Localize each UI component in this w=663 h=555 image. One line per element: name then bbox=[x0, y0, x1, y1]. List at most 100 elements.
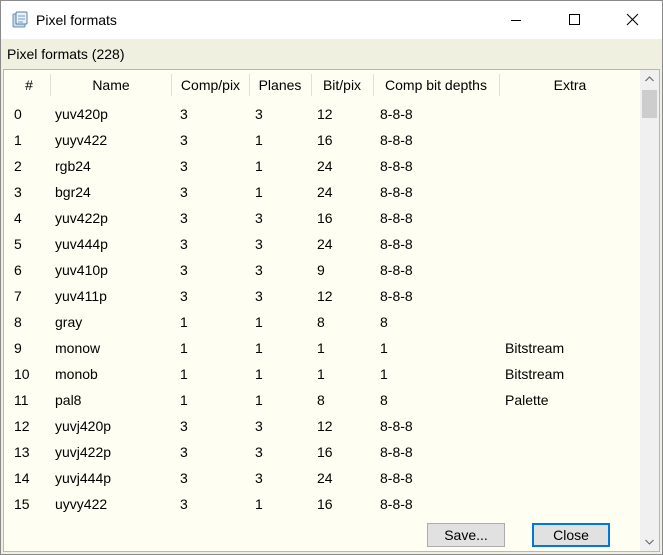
cell-comp-bit-depths: 8 bbox=[380, 392, 388, 408]
cell-name: yuvj444p bbox=[55, 470, 112, 486]
cell-planes: 1 bbox=[255, 158, 263, 174]
cell-bit-pix: 8 bbox=[317, 392, 325, 408]
cell-comp-pix: 3 bbox=[180, 262, 188, 278]
scroll-down-arrow-icon bbox=[645, 539, 654, 545]
cell-index: 1 bbox=[14, 132, 22, 148]
title-bar[interactable]: Pixel formats bbox=[1, 1, 662, 39]
cell-planes: 1 bbox=[255, 496, 263, 512]
cell-index: 7 bbox=[14, 288, 22, 304]
cell-name: pal8 bbox=[55, 392, 82, 408]
cell-name: gray bbox=[55, 314, 83, 330]
cell-planes: 3 bbox=[255, 444, 263, 460]
cell-comp-bit-depths: 8-8-8 bbox=[380, 184, 413, 200]
cell-index: 11 bbox=[14, 392, 29, 408]
cell-bit-pix: 12 bbox=[317, 418, 333, 434]
cell-comp-pix: 3 bbox=[180, 236, 188, 252]
cell-bit-pix: 24 bbox=[317, 470, 333, 486]
table-row[interactable]: 4 yuv422p 3 3 16 8-8-8 bbox=[4, 205, 640, 231]
cell-comp-pix: 3 bbox=[180, 418, 188, 434]
cell-comp-pix: 3 bbox=[180, 496, 188, 512]
table-row[interactable]: 12 yuvj420p 3 3 12 8-8-8 bbox=[4, 413, 640, 439]
minimize-button[interactable] bbox=[491, 1, 541, 39]
list-header: # Name Comp/pix Planes Bit/pix Comp bit … bbox=[4, 70, 640, 100]
cell-comp-pix: 3 bbox=[180, 132, 188, 148]
cell-bit-pix: 12 bbox=[317, 288, 333, 304]
cell-comp-bit-depths: 8 bbox=[380, 314, 388, 330]
cell-bit-pix: 16 bbox=[317, 496, 333, 512]
cell-name: monob bbox=[55, 366, 98, 382]
column-header-extra[interactable]: Extra bbox=[500, 70, 640, 100]
vertical-scrollbar[interactable] bbox=[640, 70, 659, 551]
table-row[interactable]: 15 uyvy422 3 1 16 8-8-8 bbox=[4, 491, 640, 517]
cell-index: 5 bbox=[14, 236, 22, 252]
cell-comp-bit-depths: 8-8-8 bbox=[380, 132, 413, 148]
cell-planes: 1 bbox=[255, 132, 263, 148]
table-row[interactable]: 8 gray 1 1 8 8 bbox=[4, 309, 640, 335]
table-row[interactable]: 0 yuv420p 3 3 12 8-8-8 bbox=[4, 101, 640, 127]
cell-name: yuv410p bbox=[55, 262, 108, 278]
cell-comp-bit-depths: 8-8-8 bbox=[380, 106, 413, 122]
scroll-up-button[interactable] bbox=[640, 70, 659, 88]
table-row[interactable]: 11 pal8 1 1 8 8 Palette bbox=[4, 387, 640, 413]
cell-index: 0 bbox=[14, 106, 22, 122]
close-window-button[interactable] bbox=[607, 1, 657, 39]
cell-index: 4 bbox=[14, 210, 22, 226]
cell-comp-bit-depths: 8-8-8 bbox=[380, 210, 413, 226]
cell-bit-pix: 9 bbox=[317, 262, 325, 278]
cell-comp-bit-depths: 1 bbox=[380, 366, 388, 382]
cell-name: yuv422p bbox=[55, 210, 108, 226]
cell-index: 9 bbox=[14, 340, 22, 356]
scroll-down-button[interactable] bbox=[640, 533, 659, 551]
cell-index: 10 bbox=[14, 366, 30, 382]
cell-comp-pix: 3 bbox=[180, 444, 188, 460]
column-header-comp-pix[interactable]: Comp/pix bbox=[172, 70, 249, 100]
cell-bit-pix: 24 bbox=[317, 236, 333, 252]
column-header-index[interactable]: # bbox=[4, 70, 54, 100]
table-row[interactable]: 6 yuv410p 3 3 9 8-8-8 bbox=[4, 257, 640, 283]
cell-comp-bit-depths: 8-8-8 bbox=[380, 236, 413, 252]
scroll-thumb[interactable] bbox=[642, 90, 657, 118]
column-header-name[interactable]: Name bbox=[51, 70, 171, 100]
cell-comp-bit-depths: 1 bbox=[380, 340, 388, 356]
table-row[interactable]: 10 monob 1 1 1 1 Bitstream bbox=[4, 361, 640, 387]
table-row[interactable]: 14 yuvj444p 3 3 24 8-8-8 bbox=[4, 465, 640, 491]
pixel-formats-list[interactable]: # Name Comp/pix Planes Bit/pix Comp bit … bbox=[3, 69, 660, 552]
cell-index: 8 bbox=[14, 314, 22, 330]
cell-planes: 3 bbox=[255, 106, 263, 122]
cell-comp-bit-depths: 8-8-8 bbox=[380, 418, 413, 434]
table-row[interactable]: 2 rgb24 3 1 24 8-8-8 bbox=[4, 153, 640, 179]
cell-index: 2 bbox=[14, 158, 22, 174]
cell-bit-pix: 8 bbox=[317, 314, 325, 330]
column-header-planes[interactable]: Planes bbox=[250, 70, 310, 100]
cell-planes: 3 bbox=[255, 210, 263, 226]
table-row[interactable]: 3 bgr24 3 1 24 8-8-8 bbox=[4, 179, 640, 205]
column-header-bit-pix[interactable]: Bit/pix bbox=[312, 70, 372, 100]
pixel-formats-count-label: Pixel formats (228) bbox=[7, 46, 125, 62]
cell-name: rgb24 bbox=[55, 158, 91, 174]
cell-planes: 1 bbox=[255, 184, 263, 200]
cell-comp-pix: 1 bbox=[180, 366, 188, 382]
column-header-comp-bit-depths[interactable]: Comp bit depths bbox=[374, 70, 498, 100]
maximize-button[interactable] bbox=[549, 1, 599, 39]
cell-comp-bit-depths: 8-8-8 bbox=[380, 262, 413, 278]
cell-comp-pix: 1 bbox=[180, 392, 188, 408]
cell-comp-pix: 3 bbox=[180, 470, 188, 486]
table-row[interactable]: 7 yuv411p 3 3 12 8-8-8 bbox=[4, 283, 640, 309]
table-row[interactable]: 9 monow 1 1 1 1 Bitstream bbox=[4, 335, 640, 361]
cell-index: 3 bbox=[14, 184, 22, 200]
cell-name: yuvj422p bbox=[55, 444, 112, 460]
cell-planes: 1 bbox=[255, 392, 263, 408]
table-row[interactable]: 13 yuvj422p 3 3 16 8-8-8 bbox=[4, 439, 640, 465]
close-button[interactable]: Close bbox=[532, 523, 610, 547]
app-icon bbox=[11, 11, 29, 29]
cell-comp-bit-depths: 8-8-8 bbox=[380, 158, 413, 174]
cell-bit-pix: 1 bbox=[317, 340, 325, 356]
cell-name: yuvj420p bbox=[55, 418, 112, 434]
table-row[interactable]: 1 yuyv422 3 1 16 8-8-8 bbox=[4, 127, 640, 153]
cell-comp-pix: 3 bbox=[180, 106, 188, 122]
cell-extra: Bitstream bbox=[505, 340, 565, 356]
cell-index: 13 bbox=[14, 444, 30, 460]
table-row[interactable]: 5 yuv444p 3 3 24 8-8-8 bbox=[4, 231, 640, 257]
save-button[interactable]: Save... bbox=[427, 523, 505, 547]
cell-comp-pix: 1 bbox=[180, 314, 188, 330]
